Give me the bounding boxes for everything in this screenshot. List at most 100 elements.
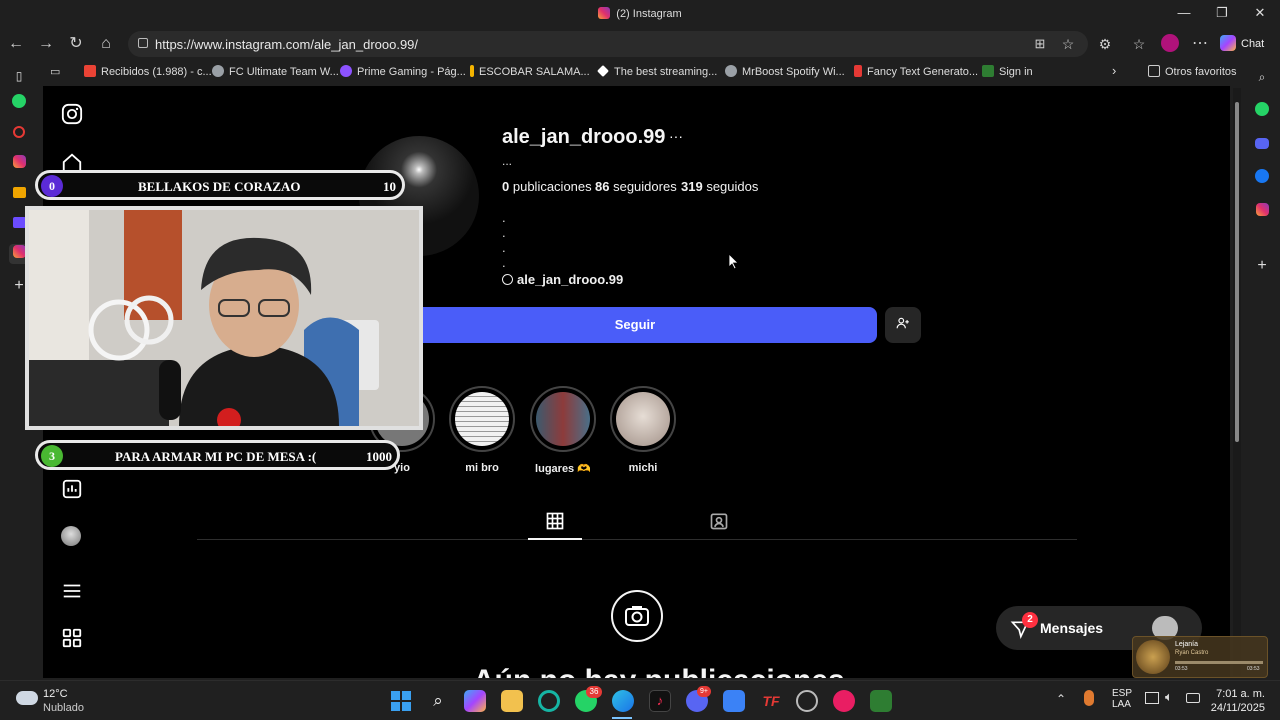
suggested-users-icon[interactable] [885,307,921,343]
file-explorer-icon[interactable] [501,690,523,712]
display-icon[interactable] [1145,692,1159,704]
bookmark-mrboost[interactable]: MrBoost Spotify Wi... [725,65,845,78]
threads-link[interactable]: ale_jan_drooo.99 [502,272,623,287]
home-icon[interactable]: ⌂ [96,34,116,54]
music-player-widget[interactable]: Lejanía Ryan Castro 03:53 03:53 [1132,636,1268,678]
globe-icon [725,65,737,77]
bookmark-site-icon [470,65,474,77]
media-player-taskbar-icon[interactable] [833,690,855,712]
profile-name: ... [502,154,513,168]
bio-line: . [502,225,506,240]
more-apps-icon[interactable] [61,627,85,651]
forward-icon[interactable]: → [36,34,56,54]
app-available-icon[interactable]: ⊞ [1030,34,1050,54]
bookmark-prime-gaming[interactable]: Prime Gaming - Pág... [340,65,466,78]
chevron-right-icon[interactable]: › [1112,63,1116,78]
instagram-sidebar-icon[interactable] [1252,202,1272,222]
whatsapp-sidebar-icon[interactable] [1252,102,1272,122]
followers-stat[interactable]: 86 seguidores [595,179,677,194]
favorite-star-icon[interactable]: ☆ [1058,34,1078,54]
add-sidebar-app-icon[interactable]: + [1252,256,1272,276]
highlight-mi-bro[interactable] [449,386,515,452]
window-titlebar: (2) Instagram — ❐ ✕ [0,0,1280,28]
microphone-icon[interactable] [1084,690,1094,706]
extensions-icon[interactable]: ⚙ [1095,34,1115,54]
cloud-weather-icon[interactable] [16,691,38,705]
weather-desc[interactable]: Nublado [43,702,84,714]
page-scrollbar[interactable] [1233,88,1241,676]
edge-taskbar-icon[interactable] [612,690,634,712]
volume-icon[interactable]: 🔈︎ [1165,689,1173,705]
song-progress-bar[interactable] [1175,661,1263,664]
highlight-cover [455,392,509,446]
bookmark-escobar[interactable]: ESCOBAR SALAMA... [470,65,590,78]
sign-in-icon [982,65,994,77]
notepad-taskbar-icon[interactable] [723,690,745,712]
other-favorites[interactable]: Otros favoritos [1148,65,1237,78]
profile-nav-avatar[interactable] [61,526,85,550]
bookmark-gmail[interactable]: Recibidos (1.988) - c... [84,65,212,78]
refresh-icon[interactable]: ↻ [66,34,86,54]
tagged-tab-icon[interactable] [709,511,729,536]
obs-taskbar-icon[interactable] [796,690,818,712]
bookmark-fc-ultimate[interactable]: FC Ultimate Team W... [212,65,339,78]
tiktok-taskbar-icon[interactable]: ♪ [649,690,671,712]
search-icon[interactable]: ⌕ [1252,67,1272,87]
start-menu-icon[interactable] [390,690,412,712]
posts-grid-tab-icon[interactable] [545,511,565,536]
instagram-icon [598,7,611,19]
gallery-tab-icon[interactable] [9,184,29,204]
whatsapp-tab-icon[interactable] [9,94,29,114]
minimize-button[interactable]: — [1174,5,1194,23]
discord-sidebar-icon[interactable] [1252,135,1272,155]
bookmark-label: Sign in [999,66,1033,78]
tab-actions-icon[interactable]: ▯ [9,66,29,86]
tray-chevron-up-icon[interactable]: ⌃ [1056,692,1066,706]
following-stat[interactable]: 319 seguidos [681,179,758,194]
collections-icon[interactable]: ▭ [50,65,60,78]
song-elapsed: 03:53 [1175,666,1188,672]
clock-time[interactable]: 7:01 a. m. [1205,688,1265,700]
green-app-taskbar-icon[interactable] [870,690,892,712]
goal-target: 1000 [366,449,392,464]
clock-date[interactable]: 24/11/2025 [1205,702,1265,714]
tabs-divider [197,539,1077,540]
instagram-logo-icon[interactable] [61,103,85,127]
scrollbar-thumb[interactable] [1235,102,1239,442]
back-icon[interactable]: ← [6,34,26,54]
bookmark-streaming[interactable]: The best streaming... [597,65,717,78]
dashboard-nav-icon[interactable] [61,478,85,502]
profile-options-icon[interactable]: ··· [669,128,683,144]
edge-active-indicator [612,717,632,719]
weather-temp[interactable]: 12°C [43,688,68,700]
battery-icon[interactable] [1186,693,1200,703]
copilot-taskbar-icon[interactable] [464,690,486,712]
red-tab-icon[interactable] [9,124,29,144]
highlight-lugares[interactable] [530,386,596,452]
highlight-cover [616,392,670,446]
favorites-icon[interactable]: ☆ [1129,34,1149,54]
language-indicator[interactable]: ESP LAA [1112,688,1132,710]
bookmark-sign-in[interactable]: Sign in [982,65,1033,78]
site-info-icon[interactable] [138,38,148,48]
close-button[interactable]: ✕ [1250,5,1270,23]
maximize-button[interactable]: ❐ [1212,5,1232,23]
bookmark-label: The best streaming... [614,66,718,78]
copilot-chat-button[interactable]: Chat [1220,32,1276,56]
address-bar[interactable]: https://www.instagram.com/ale_jan_drooo.… [128,31,1088,57]
search-taskbar-icon[interactable]: ⌕ [427,690,449,712]
bio-line: . [502,255,506,270]
posts-stat[interactable]: 0 publicaciones [502,179,592,194]
settings-more-icon[interactable]: ⋯ [1190,34,1210,54]
highlight-michi[interactable] [610,386,676,452]
facebook-sidebar-icon[interactable] [1252,169,1272,189]
profile-avatar[interactable] [1160,34,1180,54]
follow-button[interactable]: Seguir [393,307,877,343]
posts-count: 0 [502,179,510,194]
bookmark-fancy-text[interactable]: Fancy Text Generato... [854,65,978,78]
edge-dev-taskbar-icon[interactable] [538,690,560,712]
discord-badge: 9+ [697,686,711,697]
instagram-tab-icon[interactable] [9,154,29,174]
menu-icon[interactable] [61,580,85,604]
tf-app-icon[interactable]: TF [760,690,782,712]
